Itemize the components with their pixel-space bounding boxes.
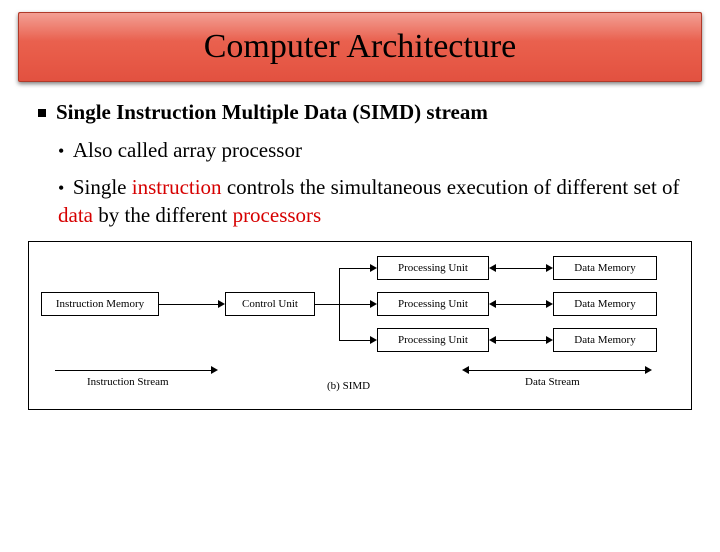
diagram-caption: (b) SIMD bbox=[327, 380, 370, 392]
arrow-right-icon bbox=[645, 366, 652, 374]
sub2-r1: instruction bbox=[132, 175, 222, 199]
diagram-frame: Instruction Memory Control Unit Processi… bbox=[28, 241, 692, 410]
arrow-right-icon bbox=[546, 300, 553, 308]
connector bbox=[469, 370, 645, 371]
square-bullet-icon bbox=[38, 109, 46, 117]
bullet-main: Single Instruction Multiple Data (SIMD) … bbox=[38, 98, 690, 126]
box-processing-unit-2: Processing Unit bbox=[377, 292, 489, 316]
connector bbox=[496, 268, 546, 269]
dot-bullet-icon: • bbox=[58, 178, 69, 198]
arrow-right-icon bbox=[218, 300, 225, 308]
arrow-right-icon bbox=[546, 264, 553, 272]
arrow-right-icon bbox=[211, 366, 218, 374]
label-data-stream: Data Stream bbox=[525, 376, 580, 388]
connector bbox=[55, 370, 211, 371]
dot-bullet-icon: • bbox=[58, 141, 69, 161]
box-control-unit: Control Unit bbox=[225, 292, 315, 316]
box-instruction-memory: Instruction Memory bbox=[41, 292, 159, 316]
sub-bullet-1: • Also called array processor bbox=[58, 136, 690, 164]
arrow-right-icon bbox=[370, 300, 377, 308]
title-bar: Computer Architecture bbox=[18, 12, 702, 82]
sub2-r3: processors bbox=[233, 203, 322, 227]
arrow-right-icon bbox=[546, 336, 553, 344]
connector bbox=[496, 304, 546, 305]
connector bbox=[339, 268, 370, 269]
arrow-left-icon bbox=[462, 366, 469, 374]
box-data-memory-3: Data Memory bbox=[553, 328, 657, 352]
box-data-memory-2: Data Memory bbox=[553, 292, 657, 316]
arrow-right-icon bbox=[370, 336, 377, 344]
content-area: Single Instruction Multiple Data (SIMD) … bbox=[0, 92, 720, 229]
connector bbox=[339, 304, 370, 305]
arrow-left-icon bbox=[489, 264, 496, 272]
box-processing-unit-3: Processing Unit bbox=[377, 328, 489, 352]
connector bbox=[339, 340, 370, 341]
sub2-t1: Single bbox=[73, 175, 132, 199]
bullet-main-text: Single Instruction Multiple Data (SIMD) … bbox=[56, 100, 488, 124]
sub-bullet-2: • Single instruction controls the simult… bbox=[58, 173, 690, 230]
label-instruction-stream: Instruction Stream bbox=[87, 376, 169, 388]
arrow-left-icon bbox=[489, 300, 496, 308]
arrow-left-icon bbox=[489, 336, 496, 344]
connector bbox=[496, 340, 546, 341]
page-title: Computer Architecture bbox=[204, 28, 517, 66]
sub2-t2: controls the simultaneous execution of d… bbox=[222, 175, 680, 199]
simd-diagram: Instruction Memory Control Unit Processi… bbox=[37, 252, 677, 407]
connector bbox=[159, 304, 219, 305]
sub2-t3: by the different bbox=[93, 203, 233, 227]
sub2-r2: data bbox=[58, 203, 93, 227]
box-data-memory-1: Data Memory bbox=[553, 256, 657, 280]
arrow-right-icon bbox=[370, 264, 377, 272]
connector bbox=[315, 304, 339, 305]
sub1-text: Also called array processor bbox=[73, 138, 302, 162]
box-processing-unit-1: Processing Unit bbox=[377, 256, 489, 280]
